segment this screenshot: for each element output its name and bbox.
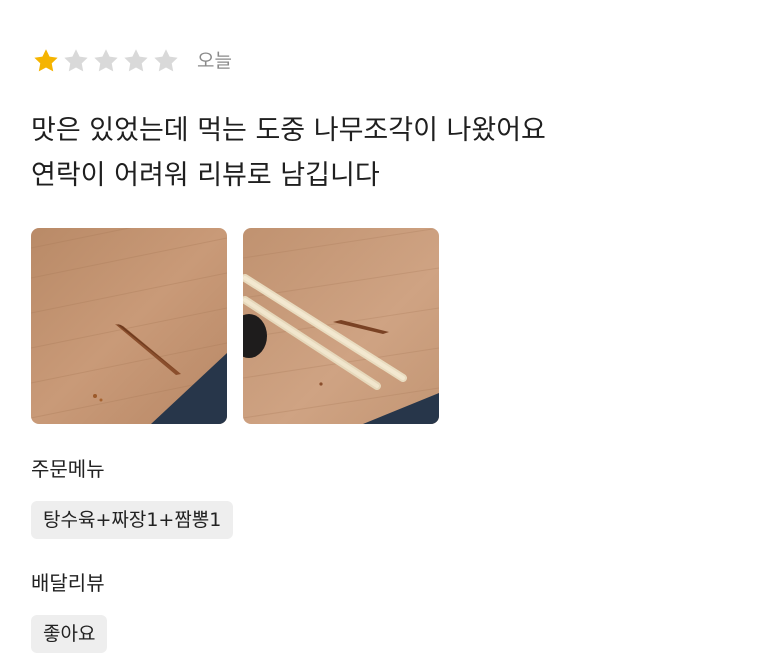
review-text-line-1: 맛은 있었는데 먹는 도중 나무조각이 나왔어요 (31, 115, 546, 146)
order-menu-label: 주문메뉴 (31, 457, 105, 481)
star-rating (31, 46, 181, 76)
order-menu-chip: 탕수육+짜장1+짬뽕1 (31, 501, 234, 539)
star-empty-icon (91, 46, 121, 76)
review-text-line-2: 연락이 어려워 리뷰로 남깁니다 (31, 160, 380, 191)
star-empty-icon (61, 46, 91, 76)
review-text: 맛은 있었는데 먹는 도중 나무조각이 나왔어요 연락이 어려워 리뷰로 남깁니… (31, 108, 731, 198)
star-empty-icon (151, 46, 181, 76)
star-filled-icon (31, 46, 61, 76)
review-photos (31, 228, 455, 424)
delivery-review-chip: 좋아요 (31, 615, 108, 653)
review-date: 오늘 (197, 50, 232, 72)
delivery-review-label: 배달리뷰 (31, 571, 105, 595)
review-photo-1[interactable] (31, 228, 227, 424)
star-empty-icon (121, 46, 151, 76)
rating-row: 오늘 (31, 46, 232, 76)
review-photo-2[interactable] (243, 228, 439, 424)
